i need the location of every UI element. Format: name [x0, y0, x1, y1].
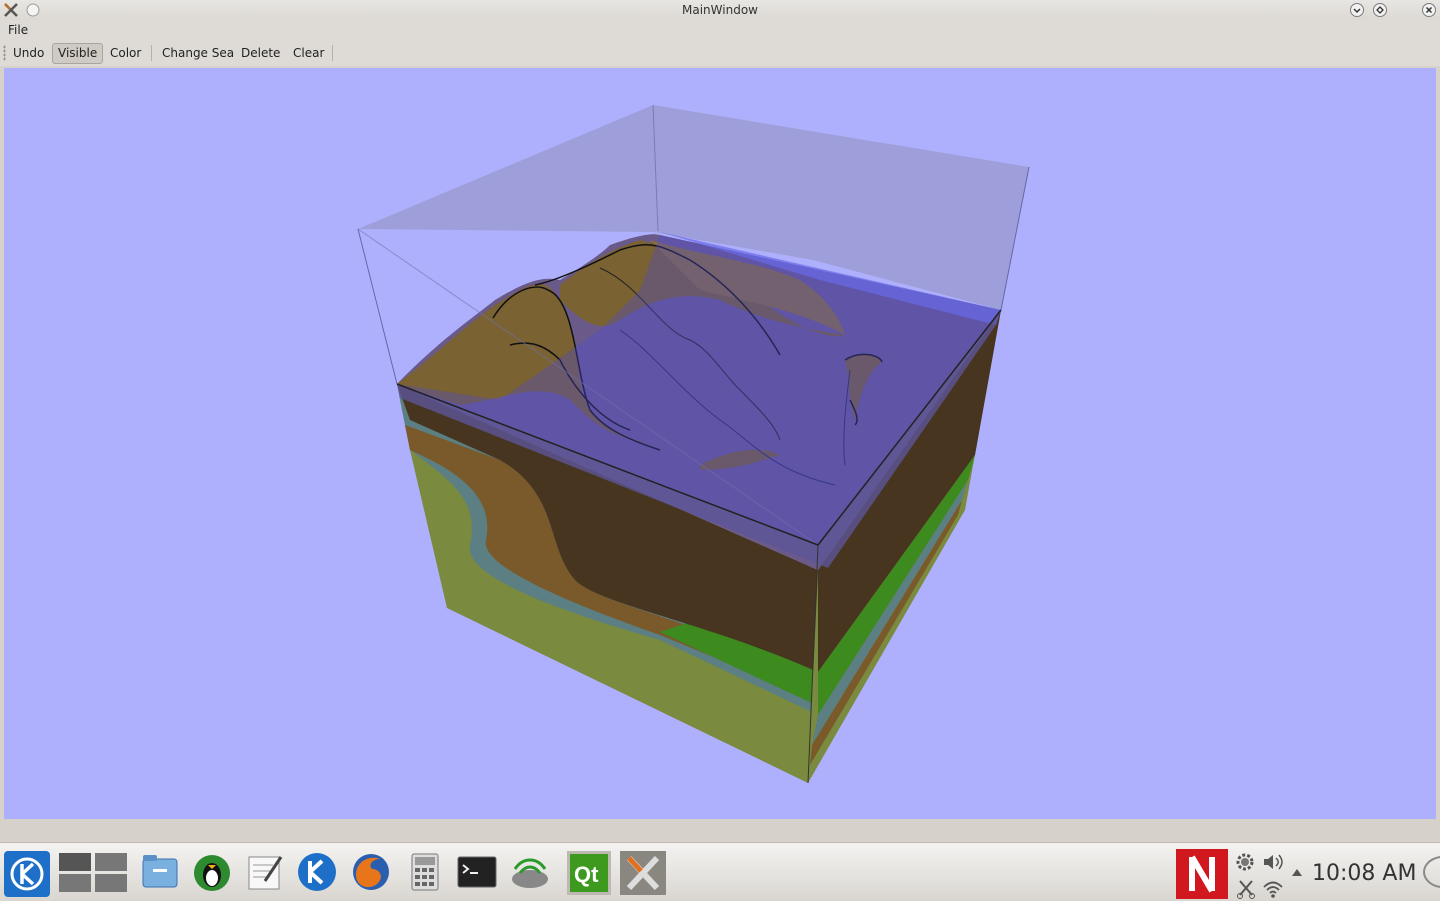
undo-button[interactable]: Undo: [7, 43, 50, 64]
svg-text:Qt: Qt: [574, 862, 599, 887]
toolbar: Undo Visible Color Change Sea Delete Cle…: [0, 40, 1440, 66]
qt-creator-icon[interactable]: Qt: [566, 850, 612, 896]
window-title: MainWindow: [682, 3, 758, 17]
color-button[interactable]: Color: [104, 43, 147, 64]
network-icon[interactable]: [509, 851, 551, 893]
volume-icon[interactable]: [1261, 851, 1285, 873]
maximize-icon[interactable]: [1372, 2, 1388, 18]
desktop-pager-icon[interactable]: [58, 851, 128, 893]
visible-button[interactable]: Visible: [52, 43, 104, 64]
kde-menu-icon[interactable]: [3, 850, 51, 898]
window-titlebar: MainWindow: [0, 0, 1440, 20]
panel-toolbox-icon[interactable]: [1420, 855, 1440, 889]
file-manager-icon[interactable]: [139, 851, 181, 893]
gl-viewport[interactable]: [4, 68, 1436, 819]
clock[interactable]: 10:08 AM: [1312, 861, 1416, 886]
tux-icon[interactable]: [191, 851, 233, 893]
calculator-icon[interactable]: [404, 851, 446, 893]
menu-file[interactable]: File: [8, 23, 28, 37]
settings-icon[interactable]: [1234, 851, 1256, 873]
tray-expand-icon[interactable]: [1291, 867, 1303, 877]
menu-bar: File: [0, 20, 1440, 40]
toolbar-handle[interactable]: [3, 45, 6, 61]
change-sea-button[interactable]: Change Sea: [156, 43, 240, 64]
x-app-icon[interactable]: [619, 850, 667, 896]
close-icon[interactable]: [1421, 2, 1437, 18]
toolbar-separator: [151, 45, 152, 61]
kde-app-icon[interactable]: [296, 851, 338, 893]
scissors-icon[interactable]: [1236, 879, 1256, 899]
delete-button[interactable]: Delete: [235, 43, 286, 64]
text-editor-icon[interactable]: [243, 851, 285, 893]
terminal-icon[interactable]: [456, 851, 498, 893]
minimize-icon[interactable]: [1349, 2, 1365, 18]
taskbar: Qt 10:08 AM: [0, 842, 1440, 901]
clear-button[interactable]: Clear: [287, 43, 330, 64]
terrain-block-scene: [357, 104, 1030, 784]
wifi-icon[interactable]: [1262, 879, 1284, 899]
toolbar-separator: [332, 45, 333, 61]
netflix-icon[interactable]: [1176, 849, 1228, 899]
firefox-icon[interactable]: [350, 851, 392, 893]
